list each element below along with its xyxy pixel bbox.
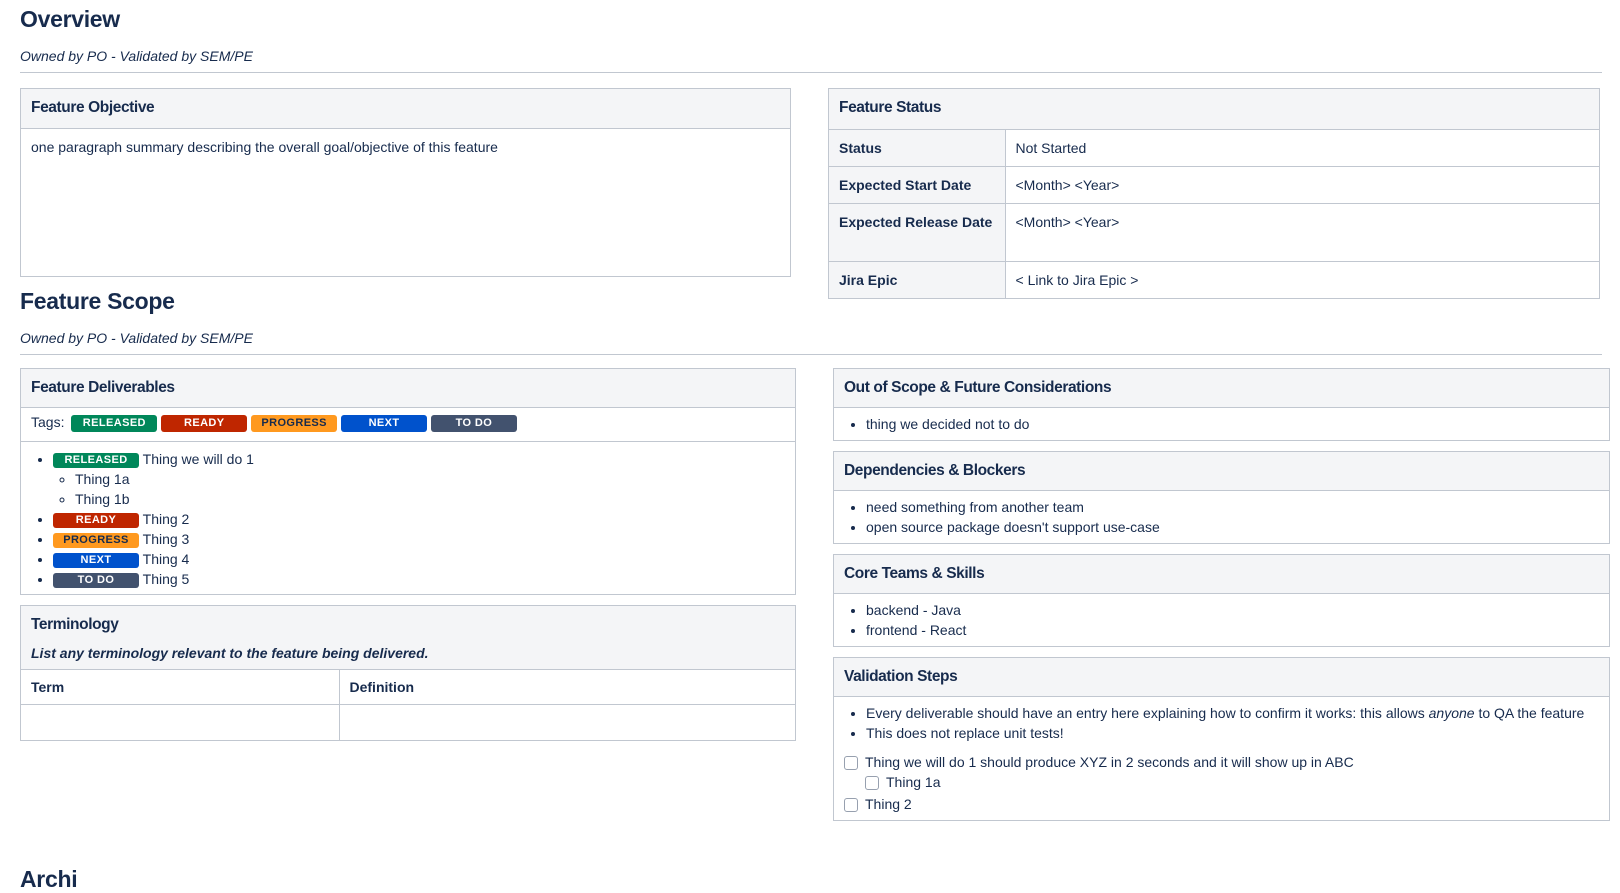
next-section-heading: Archi (20, 866, 78, 892)
core-teams-panel: Core Teams & Skills backend - Java front… (833, 554, 1610, 647)
panel-title: Validation Steps (834, 658, 1609, 697)
objective-text: one paragraph summary describing the ove… (31, 139, 498, 155)
list-item: RELEASED Thing we will do 1 Thing 1a Thi… (53, 449, 785, 509)
item-text: Thing 4 (142, 551, 190, 567)
dependencies-list: need something from another team open so… (844, 497, 1599, 537)
panel-title: Dependencies & Blockers (834, 452, 1609, 491)
status-key: Status (829, 129, 1006, 167)
checkbox[interactable] (844, 756, 858, 771)
status-tag: READY (53, 512, 139, 528)
list-item: Thing 1b (75, 489, 785, 509)
status-tag: TO DO (53, 572, 139, 588)
feature-objective-panel: Feature Objective one paragraph summary … (20, 88, 791, 277)
checkbox[interactable] (844, 798, 858, 813)
task-text: Thing 2 (865, 796, 912, 812)
list-item: Every deliverable should have an entry h… (866, 703, 1599, 723)
feature-status-panel: Feature Status Status Not Started Expect… (828, 88, 1600, 299)
core-teams-list: backend - Java frontend - React (844, 600, 1599, 640)
list-item: READY Thing 2 (53, 509, 785, 529)
divider (20, 354, 1602, 355)
list-item: Thing 1a (75, 469, 785, 489)
list-item: backend - Java (866, 600, 1599, 620)
dependencies-panel: Dependencies & Blockers need something f… (833, 451, 1610, 544)
terminology-panel: Terminology List any terminology relevan… (20, 605, 796, 741)
table-row: Expected Start Date <Month> <Year> (829, 166, 1599, 204)
list-item: PROGRESS Thing 3 (53, 529, 785, 549)
tag-todo: TO DO (430, 414, 517, 432)
release-date-key: Expected Release Date (829, 203, 1006, 262)
feature-deliverables-panel: Feature Deliverables Tags: RELEASED READ… (20, 368, 796, 595)
panel-title: Feature Status (829, 89, 1599, 129)
terminology-subtitle: List any terminology relevant to the fea… (31, 645, 429, 661)
terminology-table: Term Definition (21, 669, 795, 740)
task-item: Thing 1a (844, 772, 1599, 792)
tag-ready: READY (161, 414, 248, 432)
out-of-scope-list: thing we decided not to do (844, 414, 1599, 434)
task-item: Thing 2 (844, 794, 1599, 814)
status-table: Status Not Started Expected Start Date <… (829, 129, 1599, 298)
column-header-term: Term (21, 669, 340, 705)
validation-notes-list: Every deliverable should have an entry h… (844, 703, 1599, 743)
page: Overview Owned by PO - Validated by SEM/… (0, 0, 1620, 892)
checkbox[interactable] (865, 776, 879, 791)
emphasis-text: anyone (1428, 705, 1475, 721)
task-list: Thing we will do 1 should produce XYZ in… (844, 752, 1599, 814)
note-text: to QA the feature (1474, 705, 1585, 721)
table-header-row: Term Definition (21, 669, 795, 705)
divider (20, 72, 1602, 73)
item-text: Thing 2 (142, 511, 190, 527)
list-item: need something from another team (866, 497, 1599, 517)
overview-owned-note: Owned by PO - Validated by SEM/PE (20, 48, 253, 64)
status-value[interactable]: Not Started (1005, 129, 1599, 167)
out-of-scope-panel: Out of Scope & Future Considerations thi… (833, 368, 1610, 441)
tag-released: RELEASED (71, 414, 158, 432)
definition-cell[interactable] (339, 704, 795, 740)
tag-next: NEXT (341, 414, 428, 432)
panel-title: Feature Deliverables (21, 369, 795, 408)
sub-list: Thing 1a Thing 1b (53, 469, 785, 509)
panel-title: Core Teams & Skills (834, 555, 1609, 594)
task-item: Thing we will do 1 should produce XYZ in… (844, 752, 1599, 772)
table-row: Status Not Started (829, 129, 1599, 167)
list-item: This does not replace unit tests! (866, 723, 1599, 743)
panel-title: Feature Objective (21, 89, 790, 129)
list-item: open source package doesn't support use-… (866, 517, 1599, 537)
list-item: NEXT Thing 4 (53, 549, 785, 569)
release-date-value[interactable]: <Month> <Year> (1005, 203, 1599, 262)
validation-steps-panel: Validation Steps Every deliverable shoul… (833, 657, 1610, 821)
tags-legend: Tags: RELEASED READY PROGRESS NEXT TO DO (21, 408, 795, 442)
list-item: frontend - React (866, 620, 1599, 640)
status-tag: NEXT (53, 552, 139, 568)
panel-title: Terminology (31, 616, 119, 633)
term-cell[interactable] (21, 704, 340, 740)
start-date-key: Expected Start Date (829, 166, 1006, 204)
item-text: Thing we will do 1 (142, 451, 254, 467)
note-text: Every deliverable should have an entry h… (866, 705, 1429, 721)
item-text: Thing 3 (142, 531, 190, 547)
tag-progress: PROGRESS (251, 414, 338, 432)
list-item: thing we decided not to do (866, 414, 1599, 434)
column-header-definition: Definition (339, 669, 795, 705)
deliverables-list: RELEASED Thing we will do 1 Thing 1a Thi… (31, 449, 785, 589)
task-text: Thing we will do 1 should produce XYZ in… (865, 754, 1354, 770)
panel-title: Out of Scope & Future Considerations (834, 369, 1609, 408)
feature-scope-heading: Feature Scope (20, 288, 175, 314)
start-date-value[interactable]: <Month> <Year> (1005, 166, 1599, 204)
status-tag: PROGRESS (53, 532, 139, 548)
table-row: Expected Release Date <Month> <Year> (829, 203, 1599, 262)
list-item: TO DO Thing 5 (53, 569, 785, 589)
overview-heading: Overview (20, 6, 120, 32)
item-text: Thing 5 (142, 571, 190, 587)
tags-label: Tags: (31, 414, 65, 430)
scope-owned-note: Owned by PO - Validated by SEM/PE (20, 330, 253, 346)
status-tag: RELEASED (53, 452, 139, 468)
task-text: Thing 1a (886, 774, 941, 790)
table-row (21, 704, 795, 740)
